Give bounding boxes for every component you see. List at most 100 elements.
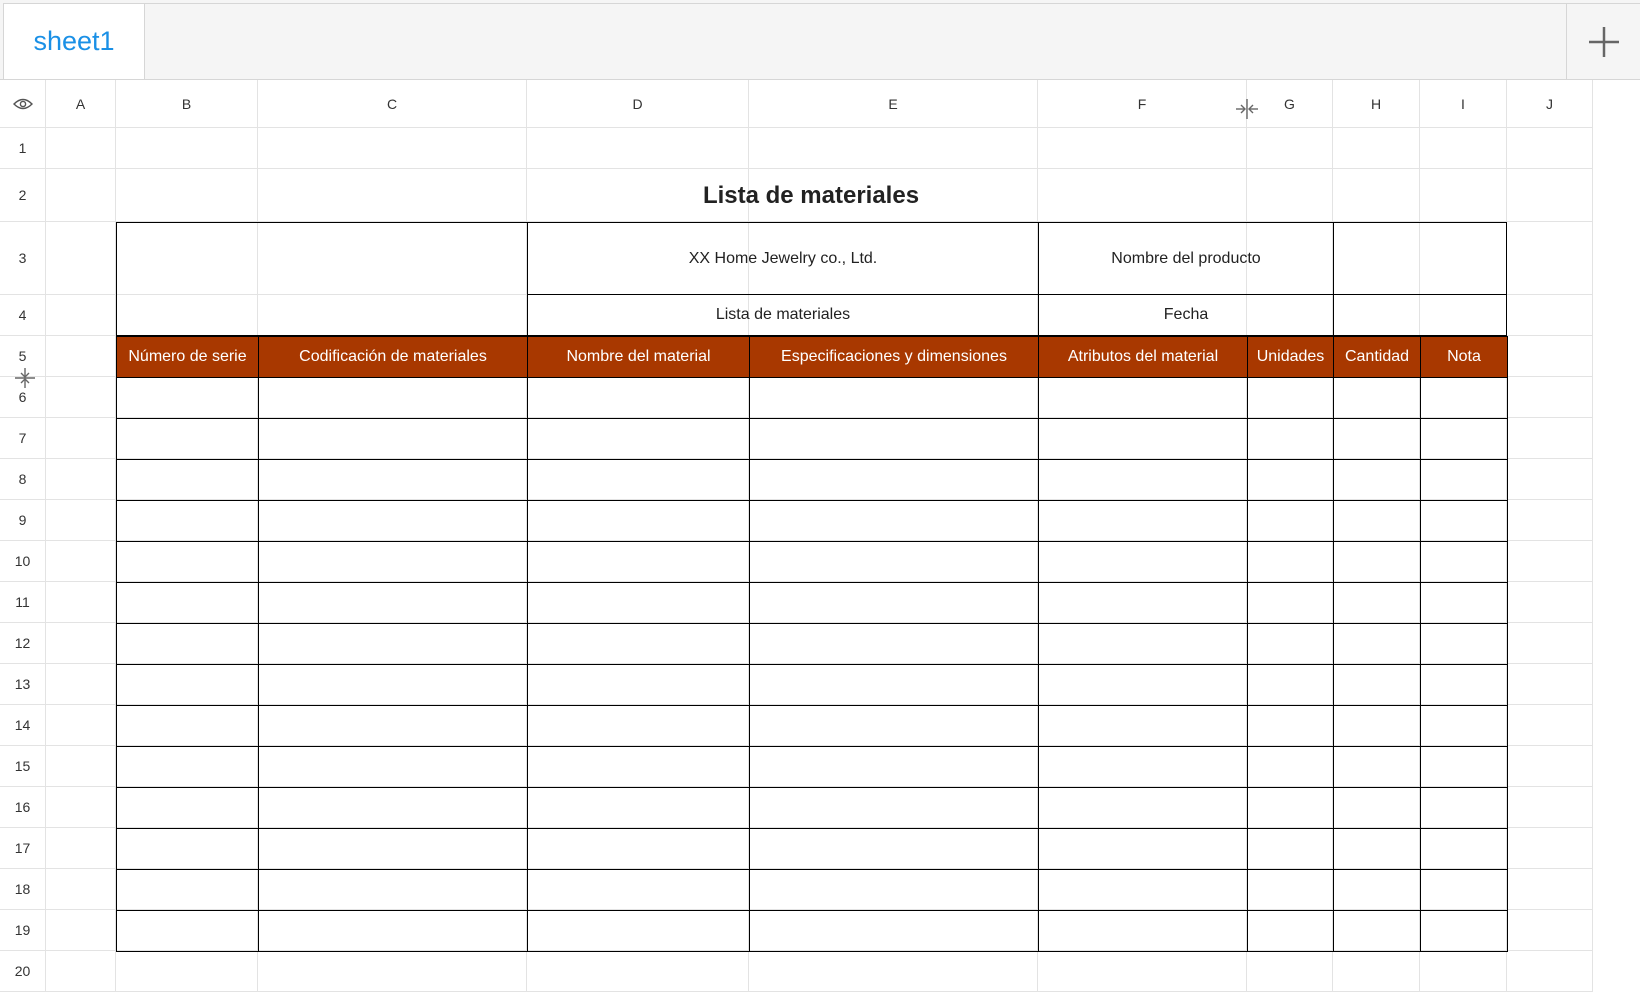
table-header-cell[interactable]: Número de serie bbox=[116, 336, 259, 378]
table-cell[interactable] bbox=[1247, 705, 1334, 747]
table-cell[interactable] bbox=[1420, 500, 1508, 542]
table-cell[interactable] bbox=[258, 664, 528, 706]
table-cell[interactable] bbox=[1333, 459, 1421, 501]
table-cell[interactable] bbox=[258, 787, 528, 829]
table-cell[interactable] bbox=[749, 705, 1039, 747]
table-cell[interactable] bbox=[527, 582, 750, 624]
table-header-cell[interactable]: Especificaciones y dimensiones bbox=[749, 336, 1039, 378]
table-cell[interactable] bbox=[258, 746, 528, 788]
table-cell[interactable] bbox=[1247, 787, 1334, 829]
table-cell[interactable] bbox=[749, 910, 1039, 952]
table-cell[interactable] bbox=[116, 582, 259, 624]
table-cell[interactable] bbox=[1247, 377, 1334, 419]
table-cell[interactable] bbox=[527, 500, 750, 542]
table-cell[interactable] bbox=[1420, 869, 1508, 911]
row-header-7[interactable]: 7 bbox=[0, 418, 46, 459]
table-cell[interactable] bbox=[258, 418, 528, 460]
table-cell[interactable] bbox=[527, 746, 750, 788]
table-cell[interactable] bbox=[116, 828, 259, 870]
table-cell[interactable] bbox=[749, 500, 1039, 542]
table-cell[interactable] bbox=[1247, 418, 1334, 460]
table-cell[interactable] bbox=[1038, 828, 1248, 870]
row-header-12[interactable]: 12 bbox=[0, 623, 46, 664]
column-header-d[interactable]: D bbox=[527, 80, 749, 128]
table-cell[interactable] bbox=[749, 459, 1039, 501]
table-cell[interactable] bbox=[1038, 377, 1248, 419]
column-header-i[interactable]: I bbox=[1420, 80, 1507, 128]
row-header-10[interactable]: 10 bbox=[0, 541, 46, 582]
table-cell[interactable] bbox=[1420, 664, 1508, 706]
logo-cell[interactable] bbox=[116, 222, 528, 336]
table-cell[interactable] bbox=[1247, 623, 1334, 665]
table-cell[interactable] bbox=[1038, 623, 1248, 665]
row-header-18[interactable]: 18 bbox=[0, 869, 46, 910]
row-header-9[interactable]: 9 bbox=[0, 500, 46, 541]
add-sheet-button[interactable] bbox=[1566, 3, 1640, 79]
table-cell[interactable] bbox=[527, 869, 750, 911]
table-cell[interactable] bbox=[749, 377, 1039, 419]
table-cell[interactable] bbox=[258, 910, 528, 952]
table-cell[interactable] bbox=[116, 541, 259, 583]
table-cell[interactable] bbox=[1247, 541, 1334, 583]
table-cell[interactable] bbox=[1333, 582, 1421, 624]
table-cell[interactable] bbox=[749, 623, 1039, 665]
table-cell[interactable] bbox=[527, 418, 750, 460]
table-cell[interactable] bbox=[258, 541, 528, 583]
table-cell[interactable] bbox=[749, 869, 1039, 911]
table-cell[interactable] bbox=[258, 377, 528, 419]
subtitle-cell[interactable]: Lista de materiales bbox=[527, 294, 1039, 336]
table-cell[interactable] bbox=[1333, 377, 1421, 419]
table-cell[interactable] bbox=[1333, 869, 1421, 911]
product-name-value-cell[interactable] bbox=[1333, 222, 1507, 295]
date-value-cell[interactable] bbox=[1333, 294, 1507, 336]
table-cell[interactable] bbox=[527, 705, 750, 747]
table-cell[interactable] bbox=[527, 623, 750, 665]
table-cell[interactable] bbox=[527, 459, 750, 501]
sheet-title[interactable]: Lista de materiales bbox=[116, 169, 1506, 223]
table-cell[interactable] bbox=[258, 459, 528, 501]
table-cell[interactable] bbox=[116, 910, 259, 952]
table-cell[interactable] bbox=[1420, 582, 1508, 624]
table-cell[interactable] bbox=[1038, 910, 1248, 952]
table-cell[interactable] bbox=[258, 705, 528, 747]
table-cell[interactable] bbox=[1247, 500, 1334, 542]
column-resize-icon[interactable] bbox=[1235, 98, 1259, 120]
table-cell[interactable] bbox=[116, 787, 259, 829]
table-cell[interactable] bbox=[1247, 664, 1334, 706]
row-header-16[interactable]: 16 bbox=[0, 787, 46, 828]
table-cell[interactable] bbox=[749, 746, 1039, 788]
row-header-13[interactable]: 13 bbox=[0, 664, 46, 705]
select-all-corner[interactable] bbox=[0, 80, 46, 128]
table-cell[interactable] bbox=[1038, 869, 1248, 911]
table-cell[interactable] bbox=[1038, 746, 1248, 788]
column-header-a[interactable]: A bbox=[46, 80, 116, 128]
table-cell[interactable] bbox=[1420, 623, 1508, 665]
table-cell[interactable] bbox=[1333, 828, 1421, 870]
table-cell[interactable] bbox=[1333, 664, 1421, 706]
column-header-e[interactable]: E bbox=[749, 80, 1038, 128]
table-cell[interactable] bbox=[1038, 787, 1248, 829]
column-header-g[interactable]: G bbox=[1247, 80, 1333, 128]
row-header-4[interactable]: 4 bbox=[0, 295, 46, 336]
product-name-label-cell[interactable]: Nombre del producto bbox=[1038, 222, 1334, 295]
table-cell[interactable] bbox=[749, 828, 1039, 870]
table-cell[interactable] bbox=[1333, 541, 1421, 583]
table-cell[interactable] bbox=[1420, 828, 1508, 870]
table-cell[interactable] bbox=[116, 377, 259, 419]
table-cell[interactable] bbox=[527, 910, 750, 952]
table-cell[interactable] bbox=[258, 582, 528, 624]
table-cell[interactable] bbox=[1333, 746, 1421, 788]
table-cell[interactable] bbox=[258, 828, 528, 870]
table-cell[interactable] bbox=[116, 664, 259, 706]
table-header-cell[interactable]: Codificación de materiales bbox=[258, 336, 528, 378]
table-cell[interactable] bbox=[1333, 500, 1421, 542]
table-cell[interactable] bbox=[1333, 418, 1421, 460]
table-cell[interactable] bbox=[527, 787, 750, 829]
table-cell[interactable] bbox=[749, 582, 1039, 624]
table-header-cell[interactable]: Cantidad bbox=[1333, 336, 1421, 378]
table-cell[interactable] bbox=[116, 705, 259, 747]
table-cell[interactable] bbox=[749, 418, 1039, 460]
table-cell[interactable] bbox=[1247, 746, 1334, 788]
table-cell[interactable] bbox=[116, 418, 259, 460]
table-cell[interactable] bbox=[1420, 418, 1508, 460]
